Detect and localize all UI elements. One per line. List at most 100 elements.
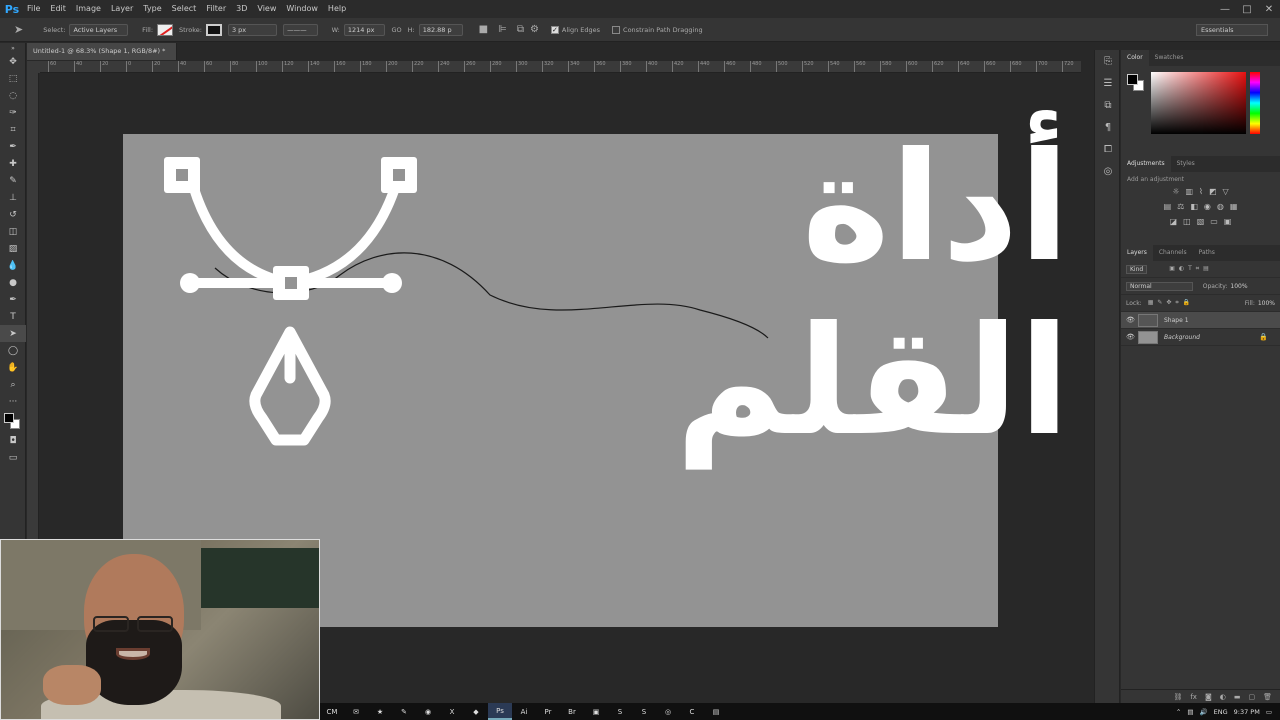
- threshold-icon[interactable]: ▧: [1197, 217, 1205, 226]
- close-button[interactable]: ✕: [1258, 0, 1280, 18]
- hand-tool-icon[interactable]: ✋: [0, 359, 26, 376]
- lasso-tool-icon[interactable]: ◌: [0, 87, 26, 104]
- menu-select[interactable]: Select: [167, 0, 202, 18]
- vibrance-icon[interactable]: ▽: [1223, 187, 1229, 196]
- link-layers-icon[interactable]: ⛓: [1173, 693, 1182, 701]
- path-alignment-icon[interactable]: ⊫: [498, 24, 507, 35]
- curves-icon[interactable]: ⌇: [1199, 187, 1203, 196]
- tab-styles[interactable]: Styles: [1171, 156, 1201, 172]
- menu-layer[interactable]: Layer: [106, 0, 138, 18]
- tab-layers[interactable]: Layers: [1121, 245, 1153, 261]
- layer-shape-1[interactable]: 👁 Shape 1: [1121, 312, 1280, 329]
- taskbar-app-icon[interactable]: Br: [560, 703, 584, 720]
- align-edges-checkbox[interactable]: ✓: [550, 25, 559, 34]
- levels-icon[interactable]: ▥: [1185, 187, 1193, 196]
- color-swatches[interactable]: [0, 410, 26, 432]
- quick-mask-icon[interactable]: ◘: [0, 432, 26, 449]
- new-layer-icon[interactable]: ▢: [1248, 693, 1255, 701]
- width-field[interactable]: 1214 px: [343, 23, 386, 36]
- gradient-map-icon[interactable]: ▭: [1210, 217, 1218, 226]
- color-field[interactable]: [1151, 72, 1246, 134]
- taskbar-app-icon[interactable]: ◎: [656, 703, 680, 720]
- maximize-button[interactable]: □: [1236, 0, 1258, 18]
- filter-icons[interactable]: ▣◐T⌗▤: [1169, 265, 1213, 273]
- menu-3d[interactable]: 3D: [231, 0, 252, 18]
- stamp-tool-icon[interactable]: ⊥: [0, 189, 26, 206]
- photo-filter-icon[interactable]: ◉: [1204, 202, 1211, 211]
- height-field[interactable]: 182.88 p: [418, 23, 463, 36]
- taskbar-app-icon[interactable]: X: [440, 703, 464, 720]
- menu-window[interactable]: Window: [281, 0, 323, 18]
- libraries-panel-icon[interactable]: ⧉: [1095, 94, 1121, 116]
- hue-sat-icon[interactable]: ▤: [1164, 202, 1172, 211]
- stroke-swatch[interactable]: [205, 23, 222, 36]
- paragraph-panel-icon[interactable]: ¶: [1095, 116, 1121, 138]
- more-tools-icon[interactable]: ···: [0, 393, 26, 410]
- fill-swatch[interactable]: [157, 23, 174, 36]
- clock[interactable]: 9:37 PM: [1234, 708, 1260, 716]
- menu-view[interactable]: View: [252, 0, 281, 18]
- path-operations-icon[interactable]: ■: [479, 24, 488, 35]
- network-icon[interactable]: ▤: [1187, 708, 1193, 716]
- gear-icon[interactable]: ⚙: [530, 24, 539, 35]
- cc-panel-icon[interactable]: ◎: [1095, 160, 1121, 182]
- taskbar-app-icon[interactable]: S: [608, 703, 632, 720]
- menu-filter[interactable]: Filter: [201, 0, 231, 18]
- taskbar-app-icon[interactable]: ◉: [416, 703, 440, 720]
- brush-tool-icon[interactable]: ✎: [0, 172, 26, 189]
- char-panel-icon[interactable]: ⧠: [1095, 138, 1121, 160]
- channel-mixer-icon[interactable]: ◍: [1217, 202, 1224, 211]
- stroke-style-dropdown[interactable]: ———: [283, 23, 318, 36]
- quick-select-tool-icon[interactable]: ✑: [0, 104, 26, 121]
- taskbar-app-icon[interactable]: ★: [368, 703, 392, 720]
- panel-foreground-color[interactable]: [1127, 74, 1138, 85]
- history-brush-icon[interactable]: ↺: [0, 206, 26, 223]
- blur-tool-icon[interactable]: 💧: [0, 257, 26, 274]
- volume-icon[interactable]: 🔊: [1200, 708, 1208, 716]
- type-tool-icon[interactable]: T: [0, 308, 26, 325]
- zoom-tool-icon[interactable]: ⌕: [0, 376, 26, 393]
- taskbar-app-icon[interactable]: C: [680, 703, 704, 720]
- taskbar-app-icon[interactable]: S: [632, 703, 656, 720]
- layer-kind-filter[interactable]: Kind: [1126, 264, 1148, 274]
- bw-icon[interactable]: ◧: [1190, 202, 1198, 211]
- menu-image[interactable]: Image: [71, 0, 106, 18]
- history-panel-icon[interactable]: ⎘: [1095, 50, 1121, 72]
- workspace-dropdown[interactable]: Essentials: [1196, 24, 1268, 36]
- constrain-checkbox[interactable]: [612, 25, 621, 34]
- mask-icon[interactable]: ◙: [1205, 693, 1212, 701]
- menu-edit[interactable]: Edit: [45, 0, 71, 18]
- taskbar-app-icon[interactable]: Pr: [536, 703, 560, 720]
- chevron-up-icon[interactable]: ⌃: [1176, 708, 1181, 716]
- tab-adjustments[interactable]: Adjustments: [1121, 156, 1171, 172]
- document-tab[interactable]: Untitled-1 @ 68.3% (Shape 1, RGB/8#) *: [27, 43, 177, 60]
- layer-background[interactable]: 👁 Background 🔒: [1121, 329, 1280, 346]
- brightness-icon[interactable]: ☼: [1172, 187, 1179, 196]
- adjustment-layer-icon[interactable]: ◐: [1220, 693, 1226, 701]
- tab-paths[interactable]: Paths: [1193, 245, 1221, 261]
- taskbar-app-icon[interactable]: ✎: [392, 703, 416, 720]
- select-dropdown[interactable]: Active Layers: [69, 23, 129, 36]
- tab-swatches[interactable]: Swatches: [1149, 50, 1190, 66]
- blend-mode-dropdown[interactable]: Normal: [1126, 281, 1193, 291]
- taskbar-app-icon[interactable]: CM: [320, 703, 344, 720]
- screen-mode-icon[interactable]: ▭: [0, 449, 26, 466]
- eraser-tool-icon[interactable]: ◫: [0, 223, 26, 240]
- path-arrangement-icon[interactable]: ⧉: [517, 24, 524, 35]
- properties-panel-icon[interactable]: ☰: [1095, 72, 1121, 94]
- stroke-width-dropdown[interactable]: 3 px: [227, 23, 278, 36]
- opacity-value[interactable]: 100%: [1230, 283, 1247, 290]
- collapse-icon[interactable]: »: [0, 43, 26, 53]
- hue-slider[interactable]: [1250, 72, 1260, 134]
- selective-color-icon[interactable]: ▣: [1224, 217, 1232, 226]
- taskbar-app-icon[interactable]: ▣: [584, 703, 608, 720]
- tab-channels[interactable]: Channels: [1153, 245, 1193, 261]
- move-tool-icon[interactable]: ✥: [0, 53, 26, 70]
- link-icon[interactable]: GO: [391, 26, 401, 34]
- minimize-button[interactable]: —: [1214, 0, 1236, 18]
- posterize-icon[interactable]: ◫: [1183, 217, 1191, 226]
- notifications-icon[interactable]: ▭: [1266, 708, 1272, 716]
- language-indicator[interactable]: ENG: [1214, 708, 1228, 716]
- taskbar-app-icon[interactable]: ✉: [344, 703, 368, 720]
- menu-type[interactable]: Type: [138, 0, 166, 18]
